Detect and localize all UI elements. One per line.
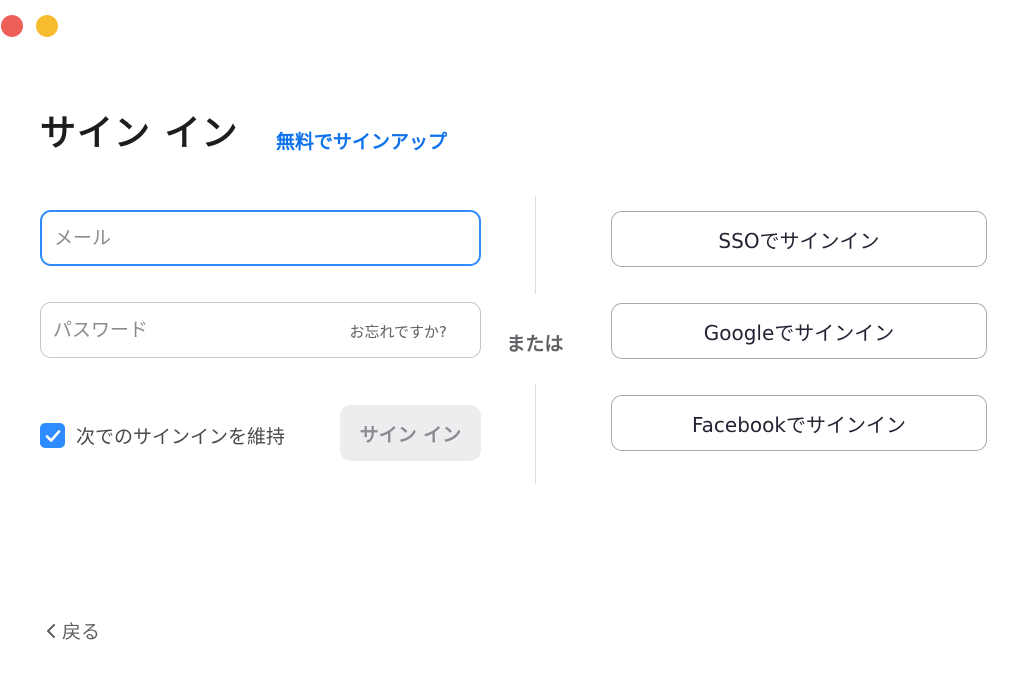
password-field[interactable]: お忘れですか?	[40, 302, 481, 358]
sso-signin-button[interactable]: SSOでサインイン	[611, 211, 987, 267]
divider-bottom	[535, 384, 536, 484]
or-label: または	[506, 333, 564, 355]
signin-window: サイン イン 無料でサインアップ お忘れですか? 次でのサインインを維持 サイン…	[0, 0, 1024, 681]
remember-checkbox[interactable]	[40, 423, 65, 448]
checkmark-icon	[45, 429, 60, 442]
back-button[interactable]: 戻る	[44, 617, 100, 644]
remember-me: 次でのサインインを維持	[40, 422, 285, 449]
signup-link[interactable]: 無料でサインアップ	[276, 127, 447, 154]
signin-button[interactable]: サイン イン	[340, 405, 481, 461]
remember-label: 次でのサインインを維持	[76, 426, 286, 448]
window-minimize-button[interactable]	[36, 15, 58, 37]
back-label: 戻る	[62, 621, 101, 643]
page-title: サイン イン	[40, 113, 239, 154]
forgot-password-link[interactable]: お忘れですか?	[349, 321, 447, 342]
google-signin-button[interactable]: Googleでサインイン	[611, 303, 987, 359]
window-close-button[interactable]	[1, 15, 23, 37]
email-input[interactable]	[54, 212, 314, 264]
email-field[interactable]	[40, 210, 481, 266]
chevron-left-icon	[47, 623, 55, 638]
divider-top	[535, 196, 536, 294]
password-input[interactable]	[53, 303, 313, 357]
facebook-signin-button[interactable]: Facebookでサインイン	[611, 395, 987, 451]
